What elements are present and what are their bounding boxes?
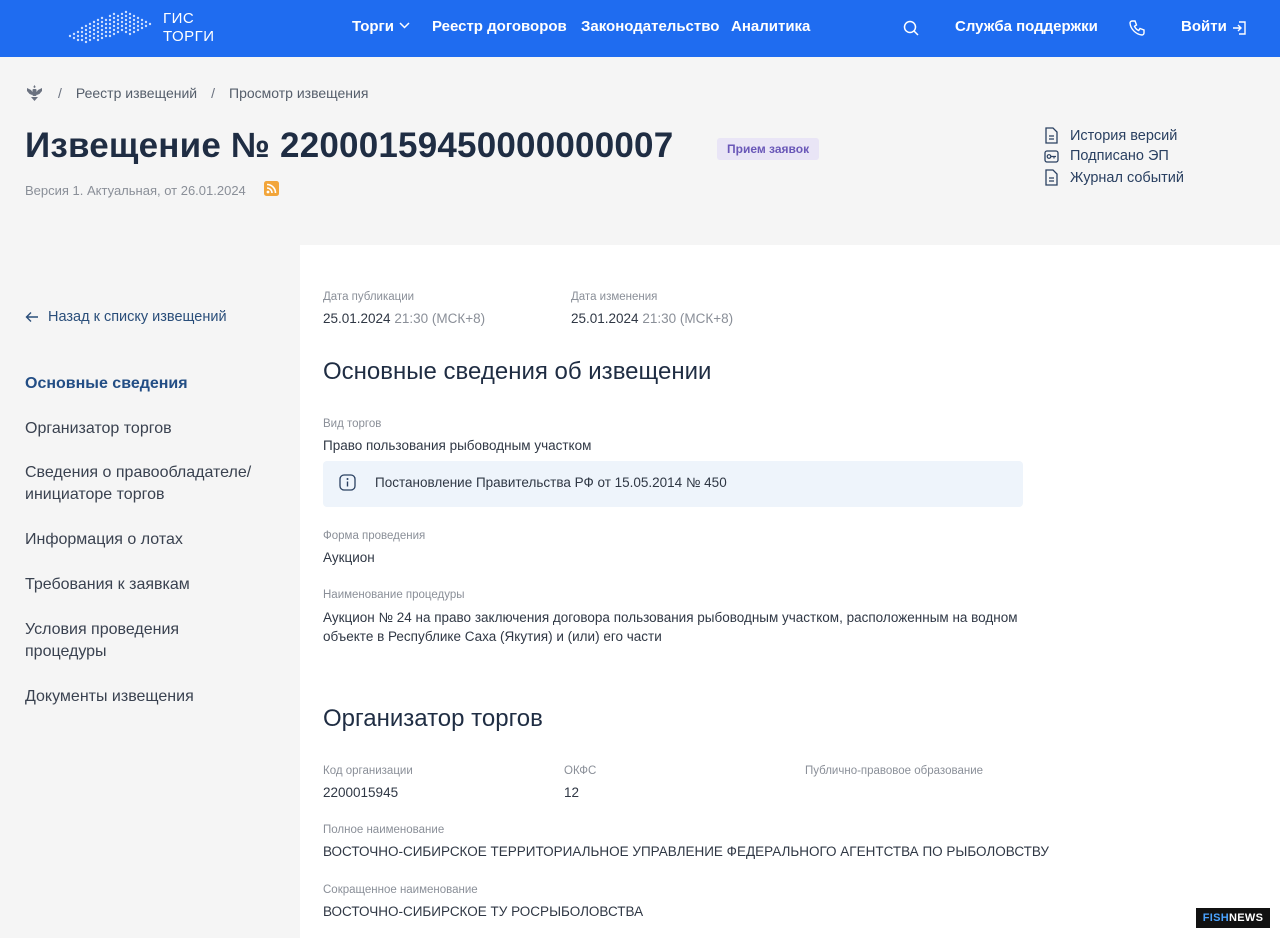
breadcrumb: / Реестр извещений / Просмотр извещения	[25, 84, 368, 102]
nav-trades[interactable]: Торги	[352, 18, 410, 35]
publication-date: 25.01.2024	[323, 311, 391, 326]
publication-date-label: Дата публикации	[323, 291, 415, 303]
russia-map-logo-icon[interactable]	[66, 8, 156, 48]
change-date-value: 25.01.2024 21:30 (МСК+8)	[571, 311, 733, 326]
okfs-label: ОКФС	[564, 765, 597, 777]
login-icon[interactable]	[1231, 19, 1249, 37]
rss-icon[interactable]	[264, 181, 279, 196]
nav-legislation[interactable]: Законодательство	[581, 18, 719, 35]
top-navigation-bar: ГИС ТОРГИ Торги Реестр договоров Законод…	[0, 0, 1280, 57]
full-name-value: ВОСТОЧНО-СИБИРСКОЕ ТЕРРИТОРИАЛЬНОЕ УПРАВ…	[323, 844, 1050, 859]
watermark-part-1: FISH	[1202, 912, 1230, 924]
change-date: 25.01.2024	[571, 311, 639, 326]
logo-line-1: ГИС	[163, 10, 195, 27]
trade-type-label: Вид торгов	[323, 418, 382, 430]
nav-contracts-registry[interactable]: Реестр договоров	[432, 18, 567, 35]
version-info: Версия 1. Актуальная, от 26.01.2024	[25, 183, 246, 198]
okfs-value: 12	[564, 785, 580, 800]
breadcrumb-separator: /	[211, 85, 215, 101]
support-link[interactable]: Служба поддержки	[955, 18, 1098, 35]
status-badge: Прием заявок	[717, 138, 820, 160]
sidebar-item-main-info[interactable]: Основные сведения	[25, 373, 285, 395]
fishnews-watermark: FISHNEWS	[1196, 908, 1270, 928]
phone-icon[interactable]	[1128, 19, 1146, 37]
sidebar-item-rightholder[interactable]: Сведения о правообладателе/ инициаторе т…	[25, 462, 270, 506]
procedure-name-value: Аукцион № 24 на право заключения договор…	[323, 610, 1018, 644]
short-name-value: ВОСТОЧНО-СИБИРСКОЕ ТУ РОСРЫБОЛОВСТВА	[323, 904, 644, 919]
change-time: 21:30 (МСК+8)	[642, 311, 734, 326]
watermark-part-2: NEWS	[1229, 912, 1264, 924]
trade-type-value: Право пользования рыбоводным участком	[323, 438, 592, 453]
info-note-box: Постановление Правительства РФ от 15.05.…	[323, 461, 1023, 507]
sidebar-item-procedure-conditions[interactable]: Условия проведения процедуры	[25, 619, 225, 663]
sidebar-item-lots[interactable]: Информация о лотах	[25, 529, 285, 551]
back-to-list-link[interactable]: Назад к списку извещений	[25, 309, 227, 325]
main-info-heading: Основные сведения об извещении	[323, 358, 712, 385]
version-history-link[interactable]: История версий	[1044, 127, 1177, 144]
document-icon	[1045, 127, 1058, 144]
breadcrumb-separator: /	[58, 85, 62, 101]
sidebar-item-organizer[interactable]: Организатор торгов	[25, 418, 285, 440]
signed-ep-link[interactable]: Подписано ЭП	[1044, 148, 1169, 164]
key-icon	[1044, 149, 1059, 163]
login-button[interactable]: Войти	[1181, 18, 1227, 35]
form-label: Форма проведения	[323, 530, 426, 542]
arrow-left-icon	[25, 312, 38, 322]
sidebar-item-application-requirements[interactable]: Требования к заявкам	[25, 574, 285, 596]
org-code-label: Код организации	[323, 765, 413, 777]
form-value: Аукцион	[323, 550, 375, 565]
change-date-label: Дата изменения	[571, 291, 658, 303]
nav-trades-label: Торги	[352, 18, 395, 35]
event-log-label: Журнал событий	[1070, 169, 1184, 186]
signed-ep-label: Подписано ЭП	[1070, 148, 1169, 164]
back-to-list-label: Назад к списку извещений	[48, 309, 227, 325]
procedure-name-label: Наименование процедуры	[323, 589, 465, 601]
info-note-text: Постановление Правительства РФ от 15.05.…	[375, 475, 727, 490]
public-entity-label: Публично-правовое образование	[805, 765, 984, 777]
organizer-heading: Организатор торгов	[323, 705, 543, 732]
short-name-label: Сокращенное наименование	[323, 884, 478, 896]
search-icon[interactable]	[902, 19, 920, 37]
coat-of-arms-icon[interactable]	[25, 84, 44, 102]
event-log-link[interactable]: Журнал событий	[1044, 169, 1184, 186]
breadcrumb-notices-registry[interactable]: Реестр извещений	[76, 85, 197, 101]
page-title: Извещение № 22000159450000000007	[25, 126, 674, 165]
nav-analytics[interactable]: Аналитика	[731, 18, 810, 35]
sidebar-item-documents[interactable]: Документы извещения	[25, 686, 285, 708]
document-icon	[1045, 169, 1058, 186]
chevron-down-icon	[399, 22, 410, 29]
org-code-value: 2200015945	[323, 785, 399, 800]
publication-date-value: 25.01.2024 21:30 (МСК+8)	[323, 311, 485, 326]
version-history-label: История версий	[1070, 127, 1178, 144]
logo-line-2: ТОРГИ	[163, 28, 215, 45]
full-name-label: Полное наименование	[323, 824, 445, 836]
info-icon	[339, 474, 356, 491]
publication-time: 21:30 (МСК+8)	[394, 311, 486, 326]
breadcrumb-view-notice[interactable]: Просмотр извещения	[229, 85, 368, 101]
logo-text[interactable]: ГИС ТОРГИ	[163, 10, 215, 46]
